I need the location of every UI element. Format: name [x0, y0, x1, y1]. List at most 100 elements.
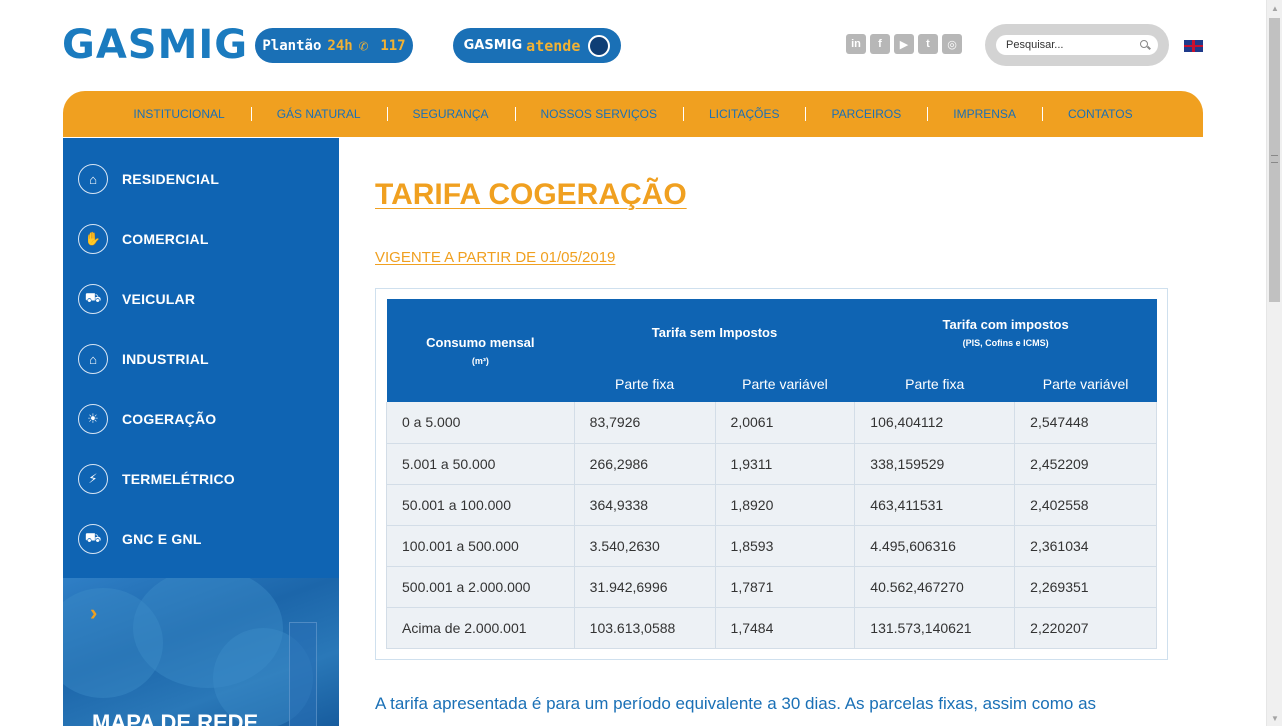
table-cell: 0 a 5.000 [386, 402, 575, 444]
sidebar-item-label: INDUSTRIAL [122, 351, 209, 367]
banner-building [289, 622, 317, 726]
table-cell: 100.001 a 500.000 [386, 524, 575, 567]
sidebar-item-residencial[interactable]: ⌂ RESIDENCIAL [63, 149, 339, 209]
table-row: 0 a 5.000 83,7926 2,0061 106,404112 2,54… [386, 402, 1157, 444]
atende-label: atende [526, 36, 581, 55]
table-cell: 3.540,2630 [573, 524, 716, 567]
sidebar-item-termeletrico[interactable]: ⚡ TERMELÉTRICO [63, 449, 339, 509]
power-plant-icon: ⚡ [78, 464, 108, 494]
scroll-up-arrow-icon[interactable]: ▲ [1267, 0, 1282, 16]
nav-institucional[interactable]: INSTITUCIONAL [107, 107, 250, 121]
table-cell: 1,7484 [714, 606, 856, 649]
vertical-scrollbar[interactable]: ▲ ▼ [1266, 0, 1282, 726]
tariff-note: A tarifa apresentada é para um período e… [375, 694, 1097, 713]
table-row: 50.001 a 100.000 364,9338 1,8920 463,411… [386, 483, 1157, 526]
sidebar-item-label: VEICULAR [122, 291, 196, 307]
table-cell: 103.613,0588 [573, 606, 716, 649]
bulb-icon: ☀ [78, 404, 108, 434]
header-consumo-label: Consumo mensal [426, 335, 535, 350]
sidebar-item-label: COMERCIAL [122, 231, 209, 247]
search-icon[interactable] [1140, 40, 1148, 48]
header-consumo-unit: (m³) [471, 356, 489, 366]
sidebar-item-label: RESIDENCIAL [122, 171, 220, 187]
facebook-icon[interactable]: f [870, 34, 890, 54]
scroll-down-arrow-icon[interactable]: ▼ [1267, 710, 1282, 726]
table-cell: 2,0061 [714, 402, 856, 444]
twitter-icon[interactable]: t [918, 34, 938, 54]
plantao-number: 117 [380, 37, 406, 54]
sidebar-item-gnc-gnl[interactable]: ⛟ GNC E GNL [63, 509, 339, 569]
table-cell: 1,9311 [714, 442, 856, 485]
table-cell: 463,411531 [854, 483, 1016, 526]
header-com-note: (PIS, Cofins e ICMS) [962, 337, 1049, 348]
table-cell: 2,269351 [1014, 565, 1157, 608]
page-title: TARIFA COGERAÇÃO [375, 178, 687, 211]
table-cell: 2,402558 [1014, 483, 1157, 526]
youtube-icon[interactable]: ▶ [894, 34, 914, 54]
table-cell: 131.573,140621 [854, 606, 1016, 649]
plantao-24h-button[interactable]: Plantão 24h ✆ 117 [255, 28, 413, 63]
header-consumo: Consumo mensal (m³) [386, 299, 575, 402]
nav-nossos-servicos[interactable]: NOSSOS SERVIÇOS [514, 107, 683, 121]
header-tarifa-com-impostos: Tarifa com impostos (PIS, Cofins e ICMS) [854, 299, 1157, 365]
banner-title: MAPA DE REDE [92, 710, 259, 726]
header-parte-fixa: Parte fixa [854, 365, 1015, 402]
header-parte-variavel: Parte variável [715, 365, 855, 402]
truck-icon: ⛟ [78, 284, 108, 314]
sidebar-item-cogeracao[interactable]: ☀ COGERAÇÃO [63, 389, 339, 449]
scroll-thumb[interactable] [1269, 18, 1280, 302]
table-cell: 266,2986 [573, 442, 716, 485]
table-cell: 338,159529 [854, 442, 1016, 485]
search-input[interactable] [996, 35, 1158, 55]
table-cell: 31.942,6996 [573, 565, 716, 608]
header-parte-fixa: Parte fixa [574, 365, 716, 402]
nav-licitacoes[interactable]: LICITAÇÕES [683, 107, 805, 121]
sidebar-item-industrial[interactable]: ⌂ INDUSTRIAL [63, 329, 339, 389]
table-cell: 1,7871 [714, 565, 856, 608]
nav-contatos[interactable]: CONTATOS [1041, 107, 1159, 121]
sidebar-item-veicular[interactable]: ⛟ VEICULAR [63, 269, 339, 329]
table-row: 5.001 a 50.000 266,2986 1,9311 338,15952… [386, 442, 1157, 485]
header-tarifa-sem-impostos: Tarifa sem Impostos [574, 299, 855, 365]
sidebar: ⌂ RESIDENCIAL ✋ COMERCIAL ⛟ VEICULAR ⌂ I… [63, 138, 339, 726]
tariff-table: Consumo mensal (m³) Tarifa sem Impostos … [386, 299, 1157, 649]
sidebar-item-label: GNC E GNL [122, 531, 202, 547]
table-cell: 50.001 a 100.000 [386, 483, 575, 526]
english-flag-icon[interactable] [1184, 40, 1203, 52]
house-icon: ⌂ [78, 164, 108, 194]
gasmig-atende-button[interactable]: GASMIG atende [453, 28, 621, 63]
table-cell: 2,220207 [1014, 606, 1157, 649]
header-com-label: Tarifa com impostos [942, 316, 1069, 332]
table-cell: 2,361034 [1014, 524, 1157, 567]
table-cell: 500.001 a 2.000.000 [386, 565, 575, 608]
table-cell: Acima de 2.000.001 [386, 606, 575, 649]
mapa-de-rede-banner[interactable]: › MAPA DE REDE [63, 578, 339, 726]
sidebar-item-comercial[interactable]: ✋ COMERCIAL [63, 209, 339, 269]
nav-parceiros[interactable]: PARCEIROS [805, 107, 927, 121]
atende-brand: GASMIG [463, 38, 523, 53]
main-nav: INSTITUCIONAL GÁS NATURAL SEGURANÇA NOSS… [63, 91, 1203, 137]
table-cell: 364,9338 [573, 483, 716, 526]
social-links: in f ▶ t ◎ [846, 34, 962, 54]
table-cell: 40.562,467270 [854, 565, 1016, 608]
table-cell: 1,8920 [714, 483, 856, 526]
chevron-right-icon: › [90, 600, 98, 625]
linkedin-icon[interactable]: in [846, 34, 866, 54]
phone-icon: ✆ [358, 36, 369, 55]
nav-imprensa[interactable]: IMPRENSA [927, 107, 1042, 121]
tariff-table-frame: Consumo mensal (m³) Tarifa sem Impostos … [375, 288, 1168, 660]
table-cell: 83,7926 [573, 402, 716, 444]
site-header: GASMIG Plantão 24h ✆ 117 GASMIG atende i… [0, 0, 1266, 92]
page-subtitle: VIGENTE A PARTIR DE 01/05/2019 [375, 249, 616, 266]
nav-gas-natural[interactable]: GÁS NATURAL [250, 107, 387, 121]
sidebar-item-label: TERMELÉTRICO [122, 471, 235, 487]
handshake-icon: ✋ [78, 224, 108, 254]
table-cell: 5.001 a 50.000 [386, 442, 575, 485]
table-row: 100.001 a 500.000 3.540,2630 1,8593 4.49… [386, 524, 1157, 567]
search-box [985, 24, 1169, 66]
nav-seguranca[interactable]: SEGURANÇA [386, 107, 515, 121]
table-cell: 4.495,606316 [854, 524, 1016, 567]
instagram-icon[interactable]: ◎ [942, 34, 962, 54]
atende-icon [588, 34, 611, 57]
gasmig-logo[interactable]: GASMIG [62, 22, 248, 68]
